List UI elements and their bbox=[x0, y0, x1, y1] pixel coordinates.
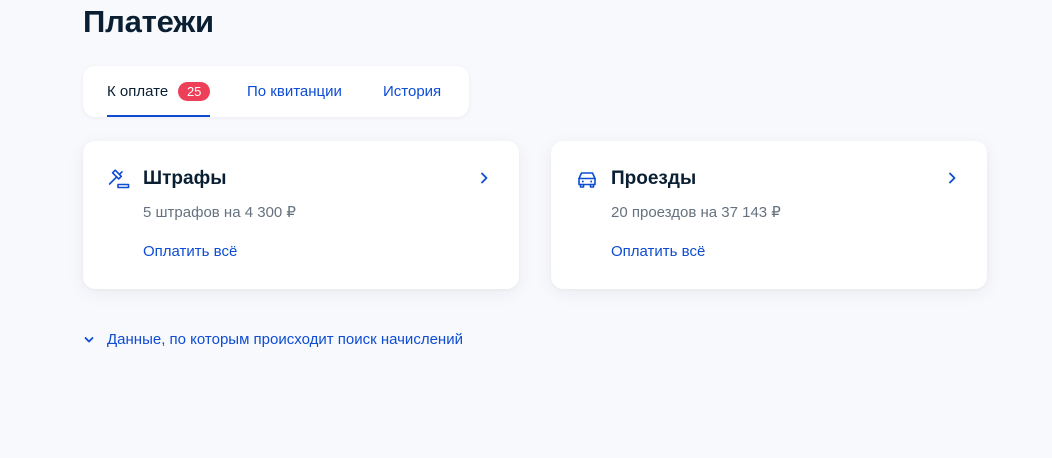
chevron-down-icon bbox=[83, 330, 95, 350]
to-pay-count-badge: 25 bbox=[178, 82, 211, 101]
tab-history[interactable]: История bbox=[383, 66, 441, 117]
gavel-icon bbox=[107, 167, 131, 191]
search-data-label: Данные, по которым происходит поиск начи… bbox=[107, 331, 463, 348]
tab-to-pay-label: К оплате bbox=[107, 83, 169, 100]
fines-card-summary: 5 штрафов на 4 300 ₽ bbox=[143, 204, 296, 221]
payments-tabs: К оплате 25 По квитанции История bbox=[83, 66, 469, 117]
tolls-card-title: Проезды bbox=[611, 168, 697, 189]
tab-by-receipt[interactable]: По квитанции bbox=[247, 66, 342, 117]
tolls-card[interactable]: Проезды 20 проездов на 37 143 ₽ Оплатить… bbox=[551, 141, 987, 289]
search-data-toggle[interactable]: Данные, по которым происходит поиск начи… bbox=[83, 330, 463, 350]
car-icon bbox=[575, 167, 599, 191]
active-tab-indicator bbox=[107, 115, 211, 117]
tolls-card-summary: 20 проездов на 37 143 ₽ bbox=[611, 204, 781, 221]
page-title: Платежи bbox=[83, 4, 214, 39]
fines-card-title: Штрафы bbox=[143, 168, 227, 189]
tab-to-pay[interactable]: К оплате 25 bbox=[107, 66, 211, 117]
chevron-right-icon[interactable] bbox=[945, 169, 959, 187]
chevron-right-icon[interactable] bbox=[477, 169, 491, 187]
pay-all-tolls-link[interactable]: Оплатить всё bbox=[611, 242, 705, 262]
fines-card[interactable]: Штрафы 5 штрафов на 4 300 ₽ Оплатить всё bbox=[83, 141, 519, 289]
pay-all-fines-link[interactable]: Оплатить всё bbox=[143, 242, 237, 262]
